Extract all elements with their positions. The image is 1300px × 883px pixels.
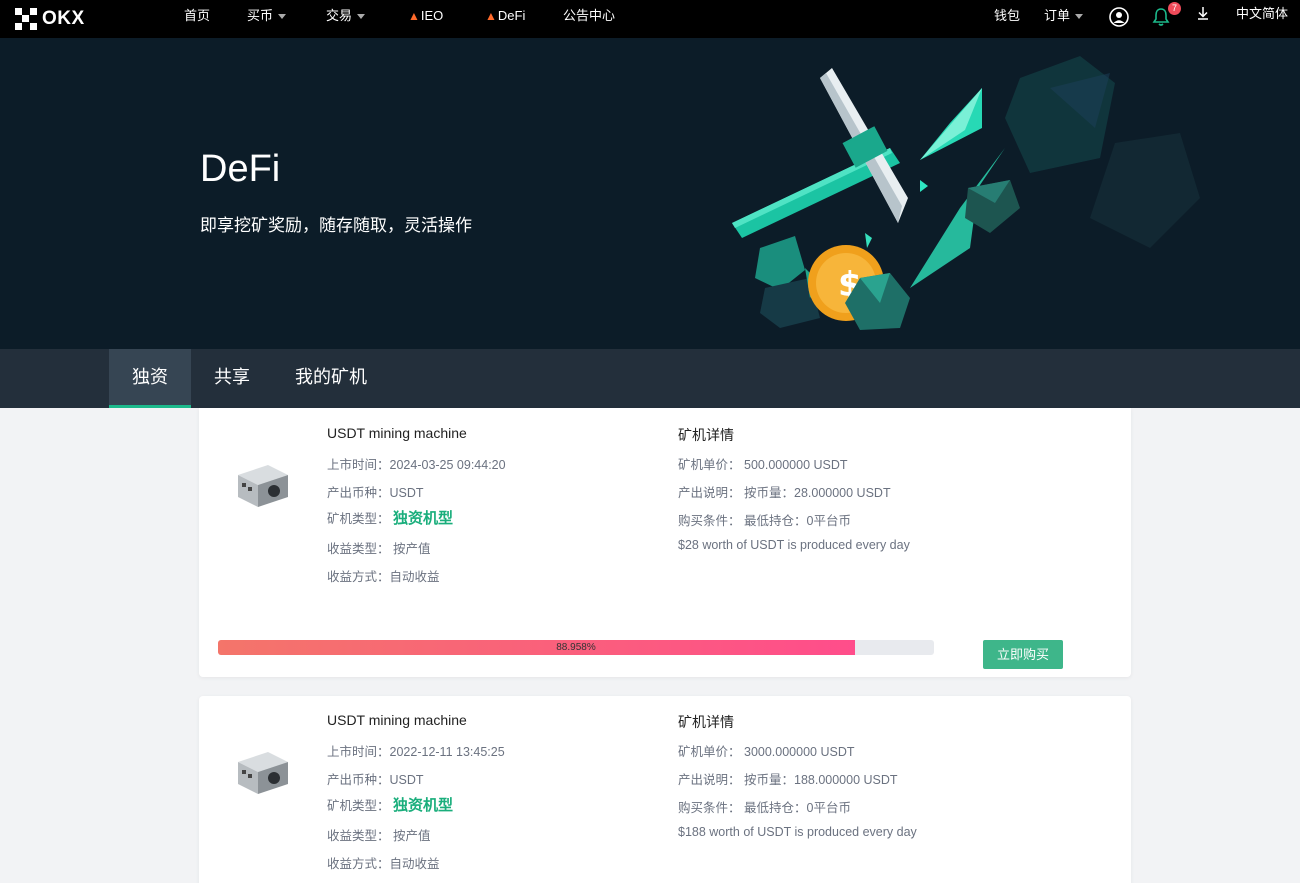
output-coin-label: 产出币种：	[327, 486, 390, 500]
tab-shared[interactable]: 共享	[197, 349, 267, 408]
miner-type-value: 独资机型	[393, 797, 454, 814]
logo-text: OKX	[42, 8, 85, 29]
miner-type: 矿机类型： 独资机型	[327, 794, 453, 815]
okx-logo[interactable]: OKX	[15, 7, 85, 31]
purchase-condition: 购买条件： 最低持仓：0平台币	[678, 510, 851, 529]
nav-home[interactable]: 首页	[184, 0, 210, 38]
user-icon[interactable]	[1108, 6, 1130, 28]
income-type-value: 按产值	[393, 829, 431, 843]
unit-price-label: 矿机单价：	[678, 745, 741, 759]
income-method: 收益方式：自动收益	[327, 566, 440, 585]
progress-text: 88.958%	[556, 642, 596, 653]
income-method-value: 自动收益	[389, 857, 440, 871]
sales-progress-bar: 88.958%	[218, 640, 934, 655]
income-type-label: 收益类型：	[327, 829, 390, 843]
output-description-label: 产出说明：	[678, 773, 741, 787]
nav-buy-crypto[interactable]: 买币	[247, 0, 287, 38]
unit-price: 矿机单价： 500.000000 USDT	[678, 454, 848, 473]
nav-announcements[interactable]: 公告中心	[563, 0, 615, 38]
miner-type-label: 矿机类型：	[327, 512, 390, 526]
nav-wallet[interactable]: 钱包	[994, 0, 1020, 38]
income-method: 收益方式：自动收益	[327, 853, 440, 872]
hero-title: DeFi	[200, 148, 281, 190]
output-coin-value: USDT	[389, 486, 424, 500]
nav-defi[interactable]: ▲DeFi	[485, 0, 525, 38]
output-description-value: 按币量：188.000000 USDT	[744, 773, 898, 787]
income-type: 收益类型： 按产值	[327, 538, 431, 557]
income-method-value: 自动收益	[389, 570, 440, 584]
purchase-condition-label: 购买条件：	[678, 801, 741, 815]
listed-time-value: 2022-12-11 13:45:25	[389, 745, 505, 759]
income-type-label: 收益类型：	[327, 542, 390, 556]
nav-trade-label: 交易	[326, 8, 353, 23]
miner-title: USDT mining machine	[327, 712, 467, 728]
listed-time: 上市时间：2024-03-25 09:44:20	[327, 454, 506, 473]
miner-type-value: 独资机型	[393, 510, 454, 527]
miner-type-label: 矿机类型：	[327, 799, 390, 813]
output-coin: 产出币种：USDT	[327, 769, 424, 788]
fire-icon: ▲	[485, 9, 497, 23]
purchase-condition-label: 购买条件：	[678, 514, 741, 528]
daily-production: $28 worth of USDT is produced every day	[678, 538, 910, 552]
purchase-condition: 购买条件： 最低持仓：0平台币	[678, 797, 851, 816]
miner-device-icon	[238, 465, 288, 507]
nav-trade[interactable]: 交易	[326, 0, 366, 38]
listed-time: 上市时间：2022-12-11 13:45:25	[327, 741, 505, 760]
tab-exclusive[interactable]: 独资	[109, 349, 191, 408]
unit-price: 矿机单价： 3000.000000 USDT	[678, 741, 855, 760]
income-type: 收益类型： 按产值	[327, 825, 431, 844]
nav-ieo-label: IEO	[420, 8, 444, 23]
nav-defi-label: DeFi	[497, 8, 526, 23]
income-type-value: 按产值	[393, 542, 431, 556]
nav-buy-crypto-label: 买币	[247, 8, 274, 23]
tab-my-miners[interactable]: 我的矿机	[283, 349, 379, 408]
notification-badge: 7	[1168, 2, 1181, 15]
chevron-down-icon	[1075, 14, 1084, 20]
nav-orders[interactable]: 订单	[1044, 0, 1084, 38]
output-coin-label: 产出币种：	[327, 773, 390, 787]
unit-price-value: 500.000000 USDT	[744, 458, 848, 472]
hero-banner: DeFi 即享挖矿奖励，随存随取，灵活操作 $	[0, 38, 1300, 349]
language-selector[interactable]: 中文简体	[1236, 0, 1288, 38]
purchase-condition-value: 最低持仓：0平台币	[744, 801, 851, 815]
miner-title: USDT mining machine	[327, 425, 467, 441]
output-coin: 产出币种：USDT	[327, 482, 424, 501]
income-method-label: 收益方式：	[327, 570, 390, 584]
chevron-down-icon	[357, 14, 366, 20]
buy-now-button[interactable]: 立即购买	[983, 640, 1063, 669]
miner-card: USDT mining machine 上市时间：2022-12-11 13:4…	[199, 696, 1131, 883]
output-description: 产出说明： 按币量：28.000000 USDT	[678, 482, 891, 501]
miner-device-icon	[238, 752, 288, 794]
listed-time-label: 上市时间：	[327, 458, 390, 472]
detail-title: 矿机详情	[678, 427, 734, 443]
download-icon[interactable]	[1192, 4, 1214, 26]
output-description: 产出说明： 按币量：188.000000 USDT	[678, 769, 898, 788]
listed-time-label: 上市时间：	[327, 745, 390, 759]
top-nav: OKX 首页 买币 交易 ▲IEO ▲DeFi 公告中心 钱包 订单 7 中文简…	[0, 0, 1300, 38]
purchase-condition-value: 最低持仓：0平台币	[744, 514, 851, 528]
daily-production: $188 worth of USDT is produced every day	[678, 825, 917, 839]
chevron-down-icon	[278, 14, 287, 20]
mining-illustration: $	[732, 56, 1200, 330]
nav-orders-label: 订单	[1044, 8, 1071, 23]
detail-title: 矿机详情	[678, 714, 734, 730]
tab-bar: 独资 共享 我的矿机	[0, 349, 1300, 408]
listed-time-value: 2024-03-25 09:44:20	[389, 458, 506, 472]
fire-icon: ▲	[408, 9, 420, 23]
miner-card: USDT mining machine 上市时间：2024-03-25 09:4…	[199, 408, 1131, 677]
miner-type: 矿机类型： 独资机型	[327, 507, 453, 528]
output-description-label: 产出说明：	[678, 486, 741, 500]
income-method-label: 收益方式：	[327, 857, 390, 871]
hero-subtitle: 即享挖矿奖励，随存随取，灵活操作	[200, 216, 472, 235]
output-description-value: 按币量：28.000000 USDT	[744, 486, 891, 500]
unit-price-value: 3000.000000 USDT	[744, 745, 855, 759]
unit-price-label: 矿机单价：	[678, 458, 741, 472]
okx-logo-icon	[15, 8, 37, 30]
output-coin-value: USDT	[389, 773, 424, 787]
nav-ieo[interactable]: ▲IEO	[408, 0, 443, 38]
